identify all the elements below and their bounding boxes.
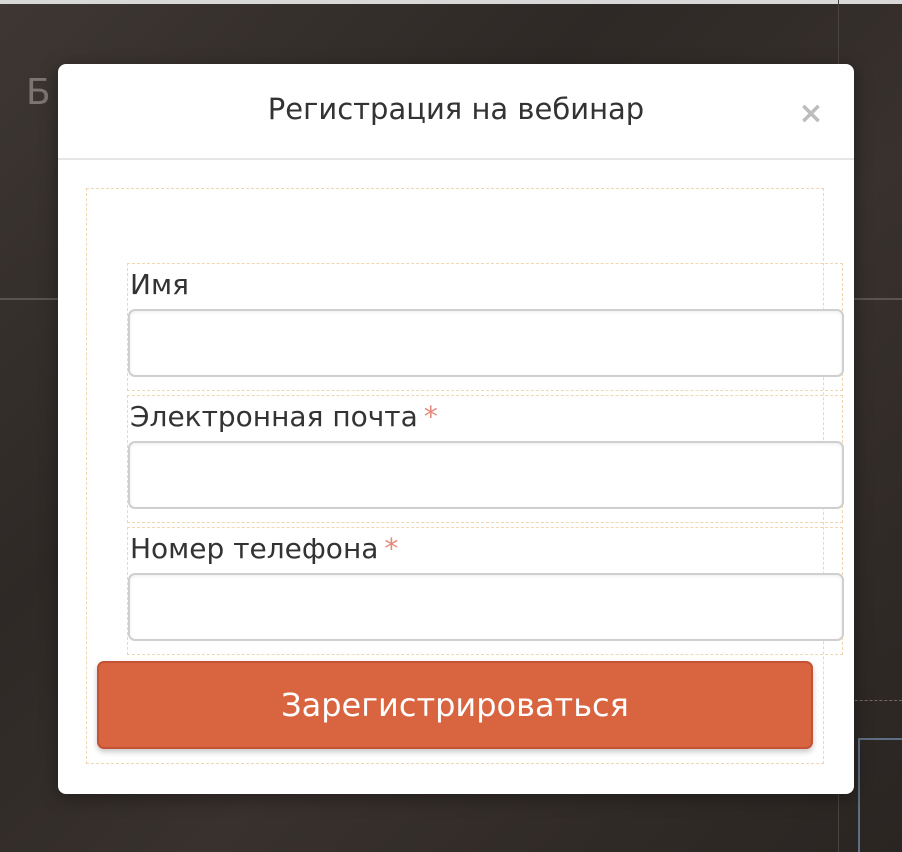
phone-field-group: Номер телефона * <box>127 527 844 655</box>
email-label: Электронная почта * <box>130 400 438 433</box>
modal-title: Регистрация на вебинар <box>267 92 645 126</box>
email-field-group: Электронная почта * <box>127 395 844 523</box>
background-top-line <box>0 0 902 4</box>
required-marker: * <box>384 532 399 565</box>
register-button[interactable]: Зарегистрироваться <box>97 661 813 749</box>
registration-form: Имя Электронная почта * Номер телефона * З… <box>86 188 844 764</box>
phone-input[interactable] <box>128 573 844 641</box>
registration-modal: Регистрация на вебинар × Имя Электронная… <box>58 64 854 794</box>
phone-label: Номер телефона * <box>130 532 399 565</box>
page-backdrop: Б Регистрация на вебинар × Имя Электронн… <box>0 0 902 852</box>
modal-header: Регистрация на вебинар × <box>58 64 854 160</box>
name-field-group: Имя <box>127 263 844 391</box>
close-icon[interactable]: × <box>796 98 826 130</box>
name-input[interactable] <box>128 309 844 377</box>
required-marker: * <box>423 400 438 433</box>
email-input[interactable] <box>128 441 844 509</box>
background-frame <box>858 738 902 852</box>
background-heading-fragment: Б <box>26 72 51 113</box>
name-label: Имя <box>130 268 189 301</box>
